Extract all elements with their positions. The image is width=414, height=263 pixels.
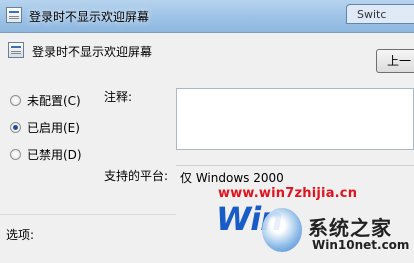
radio-circle[interactable] — [10, 121, 21, 133]
window-title: 登录时不显示欢迎屏幕 — [29, 10, 150, 24]
comment-textarea[interactable] — [176, 88, 414, 150]
window-icon — [6, 7, 22, 23]
comment-label: 注释: — [104, 90, 133, 104]
platform-value: 仅 Windows 2000 — [180, 171, 284, 185]
platform-label: 支持的平台: — [104, 169, 169, 183]
radio-label: 已启用(E) — [27, 120, 80, 135]
background-tab[interactable]: Switc — [346, 4, 414, 24]
radio-disabled[interactable]: 已禁用(D) — [10, 145, 82, 163]
title-bar[interactable]: 登录时不显示欢迎屏幕 Switc — [0, 0, 414, 32]
radio-enabled[interactable]: 已启用(E) — [10, 118, 80, 136]
watermark-site: Win10net.com — [312, 238, 410, 252]
watermark-brand: 系统之家 — [308, 216, 392, 240]
watermark-url: www.win7zhijia.cn — [218, 186, 358, 201]
previous-setting-button[interactable]: 上一 — [376, 49, 414, 73]
radio-label: 未配置(C) — [27, 93, 81, 108]
watermark-logo-icon — [262, 208, 302, 252]
radio-circle[interactable] — [10, 94, 21, 106]
options-divider — [0, 214, 176, 215]
policy-title: 登录时不显示欢迎屏幕 — [32, 45, 153, 59]
radio-not-configured[interactable]: 未配置(C) — [10, 91, 81, 109]
radio-circle[interactable] — [10, 148, 21, 160]
radio-label: 已禁用(D) — [27, 147, 82, 162]
policy-icon — [8, 42, 24, 58]
options-label: 选项: — [6, 228, 35, 242]
